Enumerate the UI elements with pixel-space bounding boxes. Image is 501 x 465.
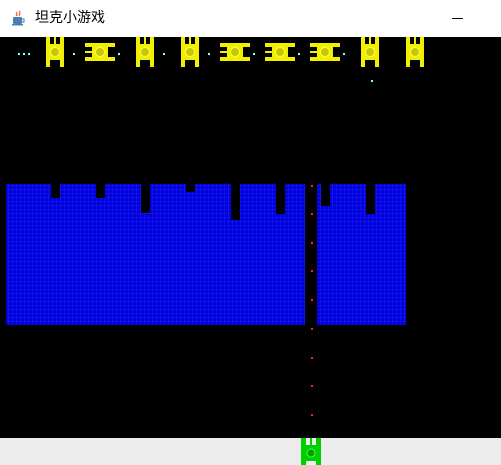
enemy-bullet: [28, 53, 30, 55]
enemy-bullet: [208, 53, 210, 55]
bottom-strip: [0, 438, 501, 465]
game-scene: [6, 37, 424, 416]
player-bullet-layer: [311, 185, 313, 416]
water-notch: [366, 184, 375, 214]
water-notch: [51, 184, 60, 198]
enemy-tank: [406, 37, 424, 67]
player-bullet: [311, 357, 313, 359]
minimize-button[interactable]: [442, 4, 472, 32]
player-bullet: [311, 328, 313, 330]
water-notch: [276, 184, 285, 214]
window-title: 坦克小游戏: [35, 10, 105, 26]
game-canvas[interactable]: [0, 37, 501, 438]
enemy-bullet: [253, 53, 255, 55]
water-notch: [321, 184, 330, 206]
water-block: [6, 184, 305, 325]
water-notch: [231, 184, 240, 220]
enemy-bullet: [73, 53, 75, 55]
java-cup-icon: [12, 10, 25, 26]
player-bullet: [311, 385, 313, 387]
player-bullet: [311, 185, 313, 187]
water-layer: [6, 184, 406, 325]
enemy-bullet: [18, 53, 20, 55]
player-tank: [301, 438, 321, 465]
water-notch: [186, 184, 195, 192]
enemy-tank: [181, 37, 199, 67]
player-bullet: [311, 242, 313, 244]
enemy-tank-layer: [46, 37, 424, 67]
title-bar: 坦克小游戏: [0, 0, 501, 37]
enemy-tank: [136, 37, 154, 67]
water-notch: [141, 184, 150, 213]
enemy-tank: [310, 43, 340, 61]
enemy-tank: [85, 43, 115, 61]
player-bullet: [311, 414, 313, 416]
enemy-bullet: [371, 80, 373, 82]
enemy-tank: [361, 37, 379, 67]
enemy-tank: [220, 43, 250, 61]
enemy-tank: [46, 37, 64, 67]
enemy-bullet: [343, 53, 345, 55]
enemy-bullet: [118, 53, 120, 55]
water-notch: [96, 184, 105, 198]
enemy-bullet: [298, 53, 300, 55]
player-bullet: [311, 270, 313, 272]
enemy-tank: [265, 43, 295, 61]
player-bullet: [311, 299, 313, 301]
player-bullet: [311, 213, 313, 215]
enemy-bullet: [23, 53, 25, 55]
water-block: [317, 184, 406, 325]
player-tank-layer: [301, 438, 321, 465]
enemy-bullet: [163, 53, 165, 55]
